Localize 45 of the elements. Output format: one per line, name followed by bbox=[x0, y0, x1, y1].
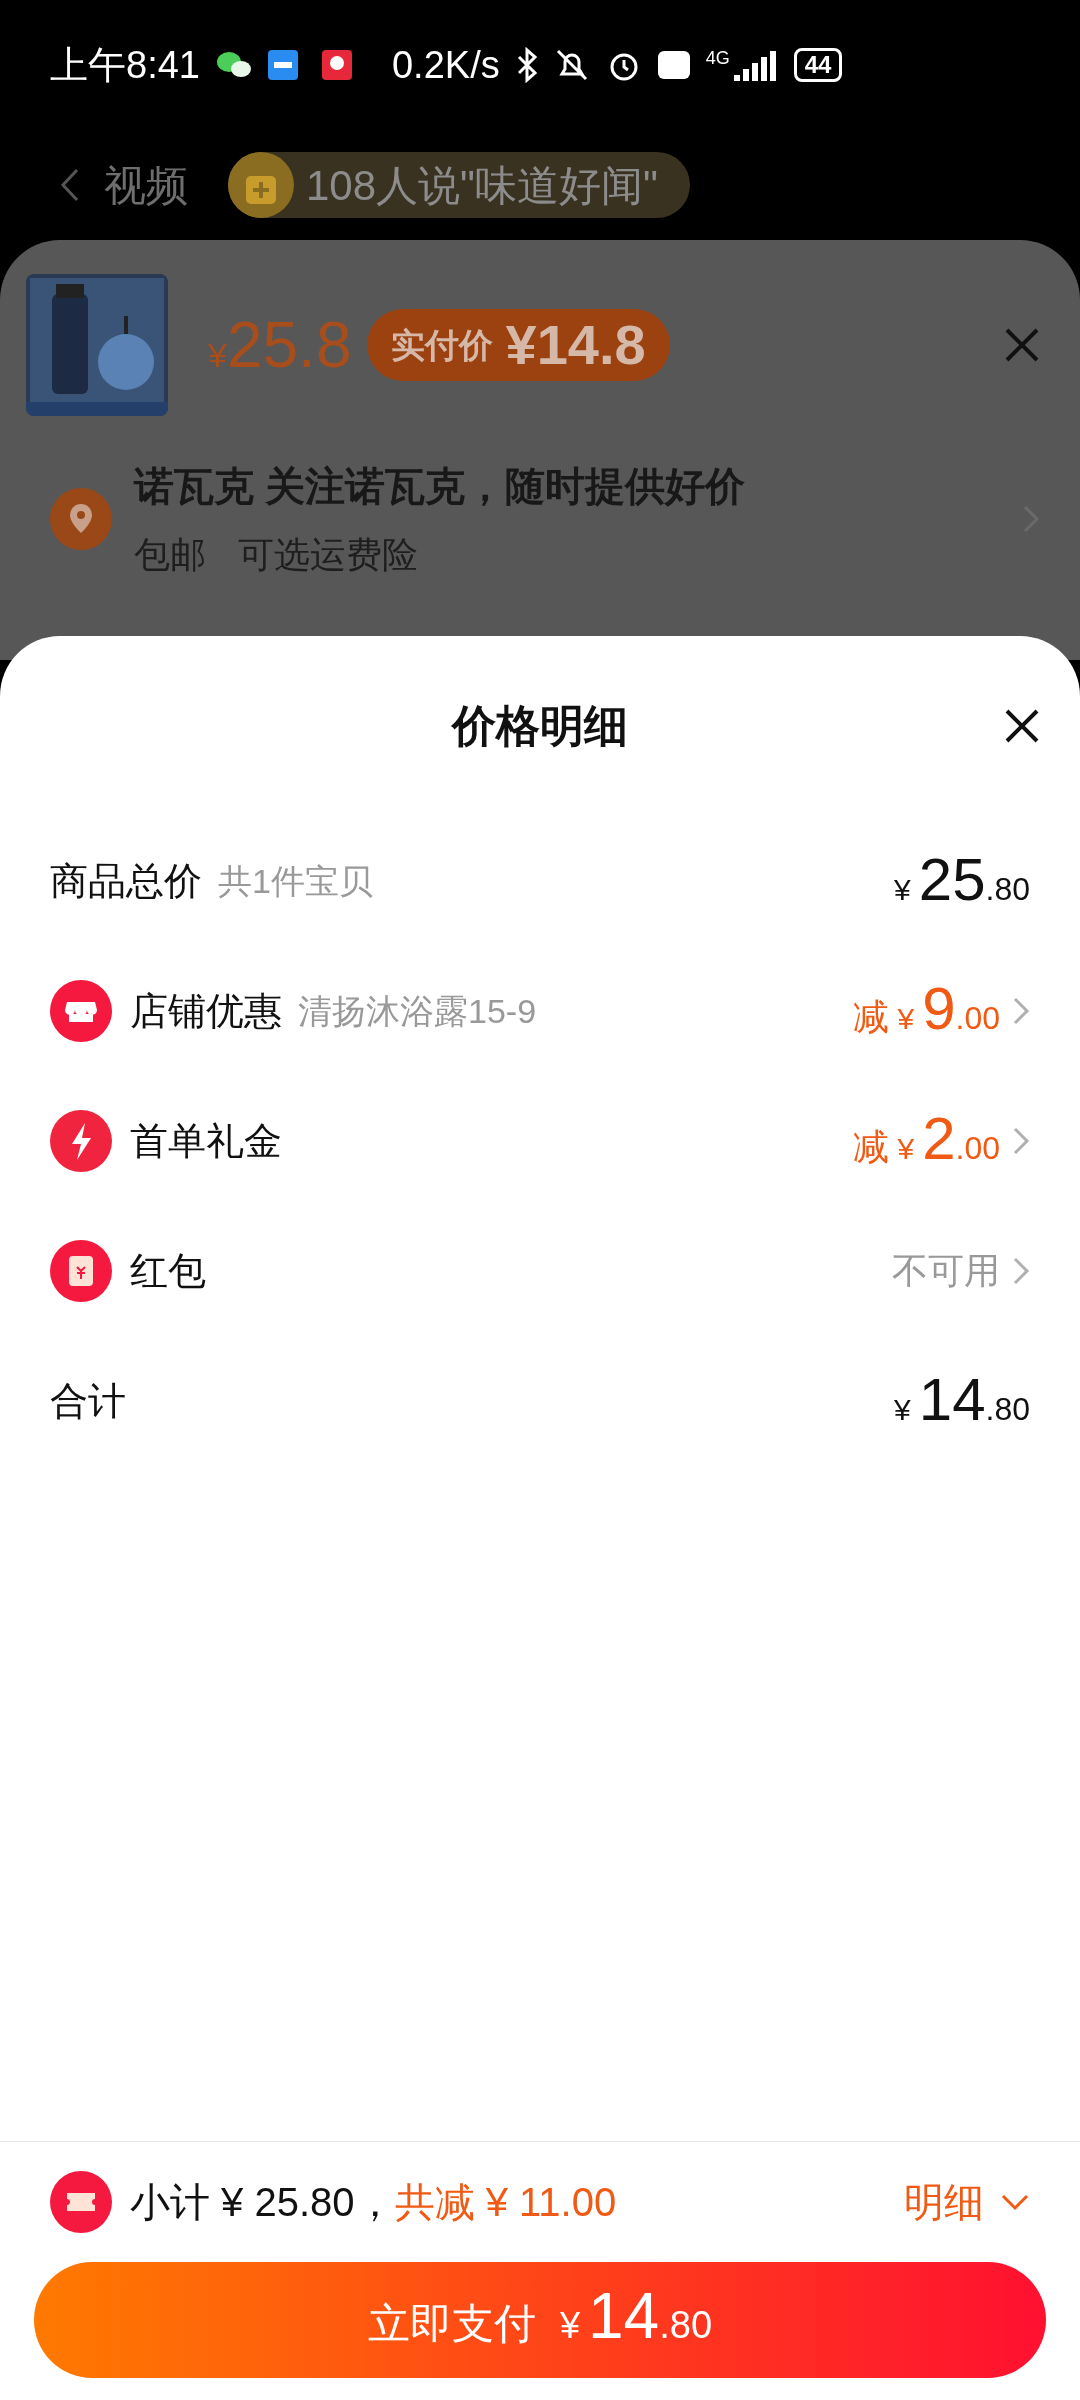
actual-price-badge: 实付价 ¥14.8 bbox=[367, 309, 670, 381]
subtotal-text: 小计 ¥ 25.80， bbox=[130, 2179, 395, 2226]
row-note: 清扬沐浴露15-9 bbox=[298, 990, 537, 1032]
lightning-icon bbox=[50, 1110, 112, 1172]
app-icon bbox=[321, 50, 352, 80]
row-label: 首单礼金 bbox=[130, 1118, 282, 1164]
amount-value: ¥25.80 bbox=[894, 849, 1030, 913]
row-label: 店铺优惠 bbox=[130, 988, 282, 1034]
chat-icon bbox=[215, 50, 252, 80]
sheet-title: 价格明细 bbox=[452, 700, 628, 752]
amount-value: 减 ¥2.00 bbox=[853, 1108, 1000, 1174]
signal-icon bbox=[733, 49, 778, 81]
status-time: 上午8:41 bbox=[50, 42, 200, 88]
product-price: ¥25.8 bbox=[208, 308, 352, 383]
back-icon bbox=[60, 167, 80, 203]
network-speed: 0.2K/s bbox=[391, 42, 500, 88]
network-type: 4G bbox=[705, 49, 730, 67]
total-discount: 共减 ¥ 11.00 bbox=[394, 2179, 617, 2226]
row-label: 合计 bbox=[50, 1378, 126, 1424]
row-label: 商品总价 bbox=[50, 858, 202, 904]
app-icon bbox=[267, 50, 298, 80]
amount-value: ¥14.80 bbox=[894, 1369, 1030, 1433]
shipping-tag: 可选运费险 bbox=[238, 528, 418, 582]
row-label: 红包 bbox=[130, 1248, 206, 1294]
shop-title: 诺瓦克 关注诺瓦克，随时提供好价 bbox=[134, 463, 746, 510]
bluetooth-icon bbox=[515, 47, 538, 83]
ticket-icon bbox=[50, 2171, 112, 2233]
chevron-down-icon bbox=[1000, 2193, 1030, 2211]
chevron-right-icon bbox=[1012, 996, 1030, 1026]
pay-button[interactable]: 立即支付 ¥14.80 bbox=[34, 2262, 1046, 2378]
amount-value: 减 ¥9.00 bbox=[853, 978, 1000, 1044]
chevron-right-icon bbox=[1012, 1126, 1030, 1156]
shop-icon bbox=[50, 980, 112, 1042]
battery-indicator: 44 bbox=[793, 48, 843, 82]
detail-toggle[interactable]: 明细 bbox=[904, 2172, 1030, 2232]
close-icon[interactable] bbox=[1004, 708, 1040, 744]
status-text: 不可用 bbox=[892, 1249, 1000, 1293]
review-banner: 108人说"味道好闻" bbox=[228, 152, 690, 218]
envelope-icon bbox=[50, 1240, 112, 1302]
location-icon bbox=[50, 488, 112, 550]
bag-plus-icon bbox=[228, 152, 294, 218]
shipping-tag: 包邮 bbox=[134, 528, 206, 582]
chevron-right-icon bbox=[1012, 1256, 1030, 1286]
row-note: 共1件宝贝 bbox=[218, 860, 373, 902]
video-tab[interactable]: 视频 bbox=[104, 153, 188, 217]
